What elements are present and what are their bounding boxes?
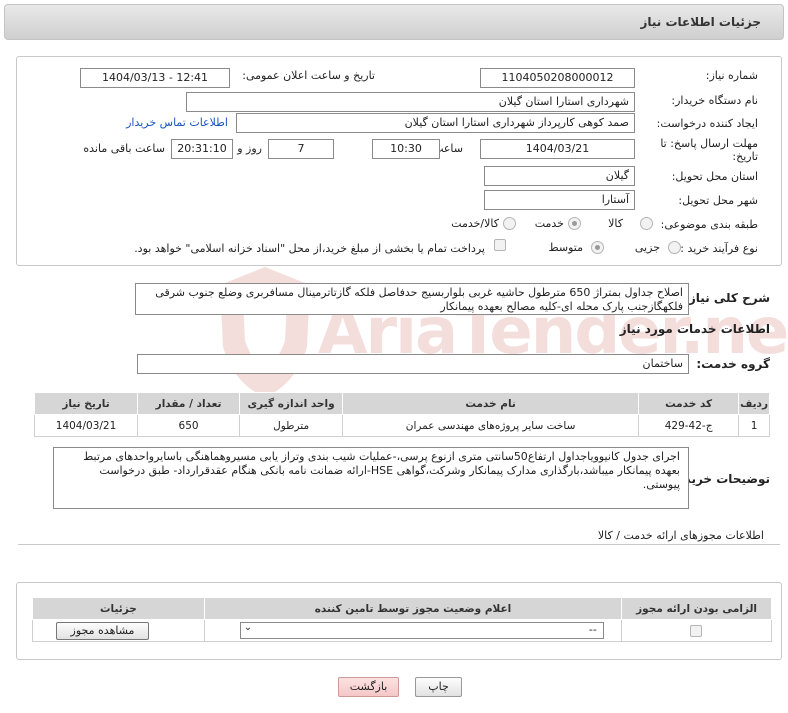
process-option-medium: متوسط: [548, 241, 583, 254]
deadline-time-field: 10:30: [372, 139, 440, 159]
city-field: آستارا: [484, 190, 635, 210]
buyer-contact-link[interactable]: اطلاعات تماس خریدار: [126, 116, 228, 129]
category-radio-service[interactable]: [568, 217, 581, 230]
remaining-time-field: 20:31:10: [171, 139, 233, 159]
cell-unit: مترطول: [239, 414, 344, 437]
col-service-code: کد خدمت: [638, 392, 740, 415]
process-radio-medium[interactable]: [591, 241, 604, 254]
back-button[interactable]: بازگشت: [338, 677, 399, 697]
view-permit-button[interactable]: مشاهده مجوز: [56, 622, 149, 640]
print-button[interactable]: چاپ: [415, 677, 462, 697]
cell-row: 1: [738, 414, 770, 437]
remaining-days-label: روز و: [237, 142, 262, 155]
treasury-payment-checkbox[interactable]: [494, 239, 506, 251]
chevron-down-icon: ⌄: [243, 622, 253, 633]
permits-table: الزامی بودن ارائه مجوز اعلام وضعیت مجوز …: [32, 597, 772, 642]
service-group-field: ساختمان: [137, 354, 689, 374]
requester-label: ایجاد کننده درخواست:: [656, 117, 758, 130]
announce-date-field: 1404/03/13 - 12:41: [80, 68, 230, 88]
remaining-time-label: ساعت باقی مانده: [83, 142, 165, 155]
announce-date-label: تاریخ و ساعت اعلان عمومی:: [242, 69, 375, 82]
category-option-goods-service: کالا/خدمت: [451, 217, 499, 230]
cell-permit-required: [621, 619, 772, 642]
category-option-service: خدمت: [534, 217, 564, 230]
cell-permit-details: مشاهده مجوز: [32, 619, 205, 642]
requester-field: صمد کوهی کارپرداز شهرداری استارا استان گ…: [236, 113, 635, 133]
category-option-goods: کالا: [608, 217, 623, 230]
summary-label: شرح کلی نیاز:: [684, 291, 770, 305]
col-unit: واحد اندازه گیری: [239, 392, 344, 415]
col-permit-status: اعلام وضعیت مجوز توسط تامین کننده: [203, 597, 623, 620]
col-permit-details: جزئیات: [32, 597, 205, 620]
province-field: گیلان: [484, 166, 635, 186]
need-number-label: شماره نیاز:: [705, 69, 758, 82]
permits-divider: [18, 544, 780, 545]
deadline-label-line1: مهلت ارسال پاسخ: تا: [660, 137, 758, 150]
permits-title: اطلاعات مجوزهای ارائه خدمت / کالا: [597, 529, 764, 542]
province-label: استان محل تحویل:: [671, 170, 758, 183]
remaining-days-field: 7: [268, 139, 334, 159]
cell-service-code: ج-42-429: [638, 414, 740, 437]
services-table: ردیف کد خدمت نام خدمت واحد اندازه گیری ت…: [33, 392, 770, 437]
col-permit-required: الزامی بودن ارائه مجوز: [621, 597, 772, 620]
need-number-field: 1104050208000012: [480, 68, 635, 88]
service-group-label: گروه خدمت:: [696, 357, 770, 371]
permits-table-header: الزامی بودن ارائه مجوز اعلام وضعیت مجوز …: [32, 597, 772, 620]
permit-required-checkbox: [690, 625, 703, 637]
deadline-label-line2: تاریخ:: [732, 150, 758, 163]
buyer-org-label: نام دستگاه خریدار:: [671, 94, 758, 107]
city-label: شهر محل تحویل:: [678, 194, 758, 207]
col-service-name: نام خدمت: [342, 392, 640, 415]
process-radio-minor[interactable]: [668, 241, 681, 254]
col-row: ردیف: [738, 392, 770, 415]
table-row: 1 ج-42-429 ساخت سایر پروژه‌های مهندسی عم…: [33, 414, 770, 437]
category-radio-goods[interactable]: [640, 217, 653, 230]
process-option-minor: جزیی: [634, 241, 660, 254]
services-section-title: اطلاعات خدمات مورد نیاز: [619, 322, 770, 336]
buyer-notes-textarea: اجرای جدول کانیوویاجداول ارتفاع50سانتی م…: [53, 447, 689, 509]
category-radio-goods-service[interactable]: [503, 217, 516, 230]
buyer-org-field: شهرداری استارا استان گیلان: [186, 92, 635, 112]
category-label: طبقه بندی موضوعی:: [660, 218, 758, 231]
services-table-header: ردیف کد خدمت نام خدمت واحد اندازه گیری ت…: [33, 392, 770, 415]
summary-textarea: اصلاح جداول بمتراژ 650 مترطول حاشیه غربی…: [135, 283, 689, 315]
table-row: ⌄ -- مشاهده مجوز: [32, 619, 772, 642]
cell-permit-status: ⌄ --: [203, 619, 623, 642]
col-quantity: تعداد / مقدار: [137, 392, 241, 415]
page-title: جزئیات اطلاعات نیاز: [640, 15, 761, 29]
permit-status-select[interactable]: ⌄ --: [239, 622, 604, 639]
cell-need-date: 1404/03/21: [33, 414, 139, 437]
deadline-date-field: 1404/03/21: [480, 139, 635, 159]
page-header: جزئیات اطلاعات نیاز: [4, 4, 784, 40]
permit-status-select-value: --: [588, 623, 597, 636]
cell-quantity: 650: [137, 414, 241, 437]
cell-service-name: ساخت سایر پروژه‌های مهندسی عمران: [342, 414, 640, 437]
process-label: نوع فرآیند خرید :: [680, 242, 758, 255]
col-need-date: تاریخ نیاز: [33, 392, 139, 415]
treasury-payment-note: پرداخت تمام یا بخشی از مبلغ خرید،از محل …: [134, 242, 485, 255]
